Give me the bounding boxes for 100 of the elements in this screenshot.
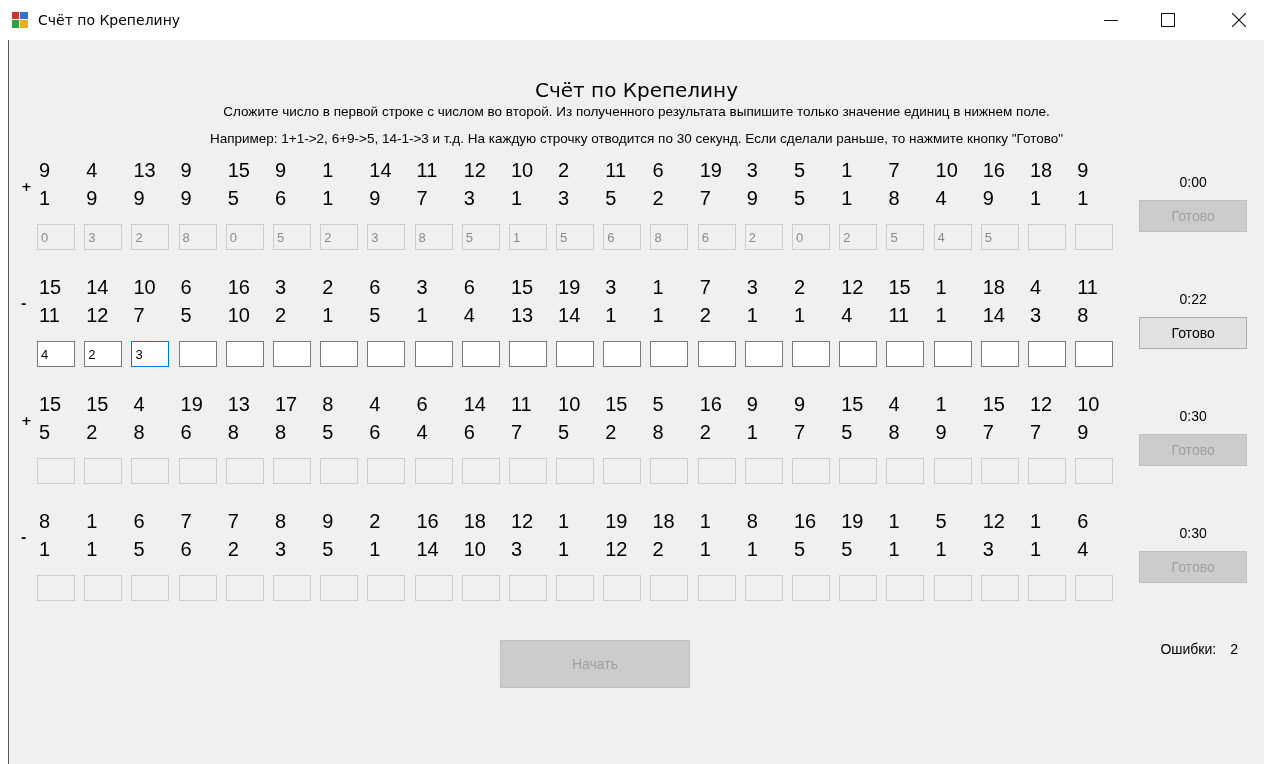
answer-field[interactable] <box>603 341 642 367</box>
top-number: 18 <box>462 509 487 534</box>
bottom-number: 10 <box>462 537 487 562</box>
top-number: 6 <box>179 275 193 300</box>
done-button[interactable]: Готово <box>1139 317 1248 349</box>
bottom-number: 1 <box>1028 186 1043 211</box>
top-number: 1 <box>887 509 901 534</box>
top-number: 7 <box>226 509 240 534</box>
top-number: 9 <box>321 509 335 534</box>
bottom-number: 2 <box>226 537 240 562</box>
top-number: 4 <box>887 392 901 417</box>
top-number: 15 <box>38 392 63 417</box>
answer-field[interactable] <box>1027 341 1066 367</box>
bottom-number: 1 <box>321 303 335 328</box>
top-number: 6 <box>1076 509 1090 534</box>
answer-field[interactable] <box>1075 341 1114 367</box>
bottom-number: 7 <box>981 420 995 445</box>
bottom-number: 3 <box>1028 303 1043 328</box>
top-number: 11 <box>509 392 533 417</box>
answer-field[interactable]: 3 <box>131 341 170 367</box>
top-number: 6 <box>651 158 665 183</box>
form-heading: Счёт по Крепелину <box>533 78 739 102</box>
top-number: 2 <box>321 275 335 300</box>
bottom-number: 2 <box>698 420 712 445</box>
top-number: 8 <box>745 509 759 534</box>
top-number: 14 <box>368 158 393 183</box>
top-number: 14 <box>85 275 110 300</box>
answer-field[interactable] <box>178 341 217 367</box>
bottom-number: 3 <box>981 537 995 562</box>
top-number: 10 <box>934 158 959 183</box>
bottom-number: 1 <box>934 303 948 328</box>
bottom-number: 1 <box>509 186 523 211</box>
bottom-number: 1 <box>651 303 665 328</box>
bottom-number: 9 <box>1076 420 1090 445</box>
answer-field[interactable] <box>980 341 1019 367</box>
top-number: 9 <box>745 392 759 417</box>
answer-field[interactable] <box>792 341 830 367</box>
top-number: 11 <box>415 158 439 183</box>
bottom-number: 8 <box>1076 303 1090 328</box>
bottom-number: 5 <box>321 420 335 445</box>
top-number: 2 <box>557 158 571 183</box>
answer-field[interactable] <box>556 341 595 367</box>
top-number: 12 <box>1028 392 1054 417</box>
bottom-number: 1 <box>38 537 52 562</box>
answer-field[interactable] <box>508 341 547 367</box>
top-number: 1 <box>934 392 948 417</box>
answer-field[interactable] <box>320 341 359 367</box>
close-icon[interactable] <box>1232 13 1246 27</box>
answer-field[interactable]: 2 <box>84 341 123 367</box>
top-number: 14 <box>462 392 487 417</box>
top-number: 1 <box>840 158 854 183</box>
top-number: 15 <box>85 392 110 417</box>
top-number: 9 <box>273 158 288 183</box>
answer-field[interactable] <box>272 341 311 367</box>
answer-field[interactable] <box>367 341 406 367</box>
bottom-number: 1 <box>557 537 571 562</box>
top-number: 16 <box>415 509 440 534</box>
top-number: 17 <box>273 392 299 417</box>
top-number: 8 <box>273 509 288 534</box>
bottom-number: 1 <box>745 303 759 328</box>
top-number: 5 <box>651 392 665 417</box>
top-number: 19 <box>604 509 629 534</box>
maximize-icon[interactable] <box>1161 13 1175 27</box>
bottom-number: 1 <box>38 186 52 211</box>
top-number: 3 <box>273 275 288 300</box>
bottom-number: 1 <box>415 303 429 328</box>
bottom-number: 7 <box>132 303 146 328</box>
top-number: 19 <box>557 275 582 300</box>
top-number: 16 <box>793 509 818 534</box>
top-number: 1 <box>934 275 948 300</box>
answer-field[interactable] <box>886 341 925 367</box>
bottom-number: 14 <box>981 303 1006 328</box>
timer-text: 0:30 <box>1179 407 1207 425</box>
top-number: 5 <box>793 158 807 183</box>
instruction-text: Сложите число в первой строке с числом во второй. Из полученного результата выпишите только значение единиц в нижнем поле. <box>223 103 1050 121</box>
top-number: 13 <box>132 158 157 183</box>
bottom-number: 1 <box>1028 537 1043 562</box>
bottom-number: 5 <box>840 420 854 445</box>
top-number: 11 <box>604 158 627 183</box>
answer-field[interactable] <box>744 341 783 367</box>
top-number: 15 <box>38 275 63 300</box>
answer-field[interactable] <box>225 341 264 367</box>
top-number: 3 <box>604 275 618 300</box>
bottom-number: 1 <box>745 537 759 562</box>
answer-field[interactable] <box>839 341 878 367</box>
bottom-number: 3 <box>509 537 523 562</box>
top-number: 5 <box>934 509 948 534</box>
answer-field[interactable] <box>933 341 972 367</box>
bottom-number: 13 <box>509 303 535 328</box>
bottom-number: 11 <box>887 303 911 328</box>
top-number: 6 <box>368 275 382 300</box>
top-number: 10 <box>132 275 157 300</box>
timer-text: 0:22 <box>1179 290 1207 308</box>
operation-sign: - <box>20 530 28 545</box>
answer-field[interactable]: 4 <box>37 341 75 367</box>
answer-field[interactable] <box>461 341 500 367</box>
answer-field[interactable] <box>697 341 736 367</box>
answer-field[interactable] <box>650 341 689 367</box>
bottom-number: 5 <box>604 186 618 211</box>
answer-field[interactable] <box>414 341 453 367</box>
